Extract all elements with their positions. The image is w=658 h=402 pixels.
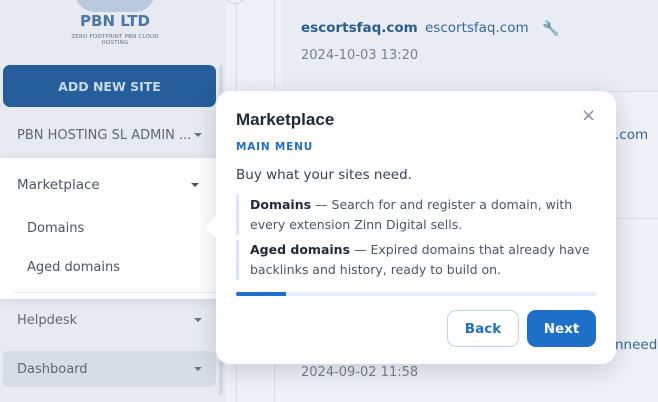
sidebar-item-label: Dashboard [17, 361, 88, 377]
sidebar-item-dashboard[interactable]: Dashboard [3, 351, 216, 387]
feature-name: Aged domains [250, 242, 351, 257]
chevron-down-icon [194, 367, 202, 371]
back-button[interactable]: Back [447, 310, 519, 347]
account-dropdown[interactable]: PBN HOSTING SL ADMIN ... [3, 117, 216, 153]
feature-aged-domains: Aged domains — Expired domains that alre… [236, 240, 596, 280]
close-icon[interactable]: × [581, 107, 596, 125]
feature-domains: Domains — Search for and register a doma… [236, 195, 596, 235]
site-date: 2024-09-02 11:58 [301, 365, 419, 380]
popover-section-label: MAIN MENU [236, 141, 314, 153]
logo-title: PBN LTD [80, 12, 150, 30]
tour-progress-bar [236, 292, 596, 296]
sidebar-item-label: Helpdesk [17, 312, 78, 328]
sidebar-item-helpdesk[interactable]: Helpdesk [3, 302, 216, 338]
logo: PBN LTD ZERO FOOTPRINT PBN CLOUD HOSTING [60, 0, 170, 48]
menu-separator [14, 292, 216, 293]
chevron-down-icon [194, 318, 202, 322]
tour-popover: Marketplace × MAIN MENU Buy what your si… [204, 91, 616, 364]
feature-name: Domains [250, 197, 312, 212]
site-url-link[interactable]: .com [615, 127, 648, 143]
site-url-link[interactable]: nneed [615, 337, 657, 353]
marketplace-menu[interactable]: Marketplace Domains Aged domains [0, 158, 222, 299]
tour-progress-fill [236, 292, 287, 296]
marketplace-menu-label[interactable]: Marketplace [17, 177, 100, 193]
chevron-down-icon [194, 133, 202, 137]
add-new-site-button[interactable]: ADD NEW SITE [3, 65, 216, 107]
wrench-icon[interactable]: 🔧 [542, 21, 559, 37]
menu-item-aged-domains[interactable]: Aged domains [27, 260, 120, 275]
menu-item-domains[interactable]: Domains [27, 221, 84, 236]
logo-mark [75, 0, 155, 12]
popover-intro: Buy what your sites need. [236, 167, 412, 183]
site-url-link[interactable]: escortsfaq.com [425, 20, 529, 36]
site-date: 2024-10-03 13:20 [301, 48, 419, 63]
account-label: PBN HOSTING SL ADMIN ... [17, 127, 192, 143]
popover-title: Marketplace [236, 110, 335, 129]
next-button[interactable]: Next [527, 310, 596, 347]
site-domain-link[interactable]: escortsfaq.com [301, 20, 418, 36]
chevron-down-icon[interactable] [191, 183, 199, 187]
logo-tagline: ZERO FOOTPRINT PBN CLOUD HOSTING [71, 34, 159, 46]
site-card: escortsfaq.com escortsfaq.com 🔧 2024-10-… [282, 0, 658, 92]
